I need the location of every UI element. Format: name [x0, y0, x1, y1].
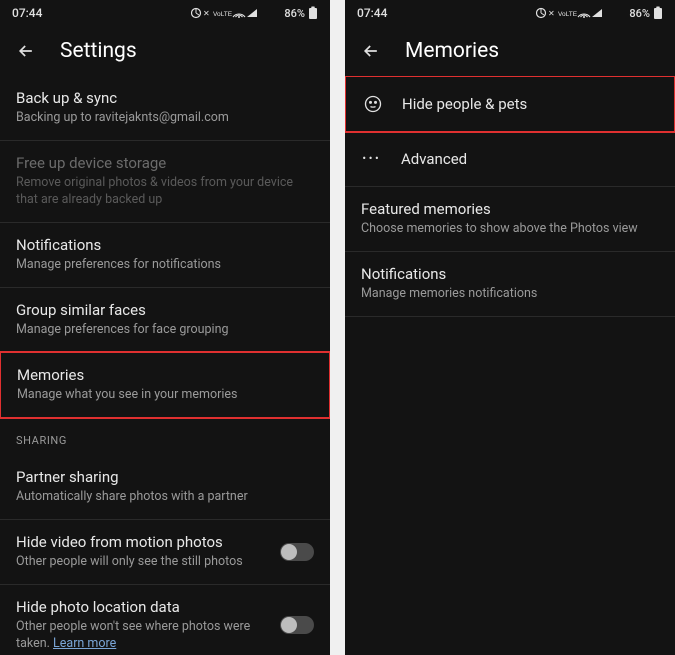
arrow-left-icon [361, 41, 381, 61]
setting-notifications[interactable]: Notifications Manage preferences for not… [0, 223, 330, 288]
item-title: Group similar faces [16, 301, 314, 319]
setting-group-faces[interactable]: Group similar faces Manage preferences f… [0, 288, 330, 353]
back-button[interactable] [16, 41, 36, 61]
item-subtitle: Manage preferences for face grouping [16, 322, 314, 339]
toggle-switch[interactable] [280, 616, 314, 634]
setting-free-up-storage: Free up device storage Remove original p… [0, 141, 330, 223]
memories-hide-people-pets[interactable]: Hide people & pets [345, 76, 675, 133]
setting-memories[interactable]: Memories Manage what you see in your mem… [0, 351, 330, 419]
learn-more-link[interactable]: Learn more [53, 636, 116, 651]
item-subtitle: Other people won't see where photos were… [16, 619, 267, 653]
item-subtitle: Automatically share photos with a partne… [16, 489, 314, 506]
setting-hide-video-motion[interactable]: Hide video from motion photos Other peop… [0, 520, 330, 585]
item-subtitle: Remove original photos & videos from you… [16, 175, 314, 209]
settings-screen: 07:44 ✕ VoLTE 86% Settings Back up & syn… [0, 0, 330, 655]
header-title: Settings [60, 39, 137, 63]
setting-partner-sharing[interactable]: Partner sharing Automatically share phot… [0, 455, 330, 520]
item-title: Partner sharing [16, 468, 314, 486]
header: Memories [345, 26, 675, 76]
toggle-switch[interactable] [280, 543, 314, 561]
item-title: Notifications [16, 236, 314, 254]
battery-icon [308, 6, 318, 20]
item-title: Back up & sync [16, 89, 314, 107]
status-icons: ✕ VoLTE [191, 6, 281, 20]
status-bar: 07:44 ✕ VoLTE 86% [345, 0, 675, 26]
item-title: Free up device storage [16, 154, 314, 172]
status-icons: ✕ VoLTE [536, 6, 626, 20]
item-subtitle: Manage memories notifications [361, 286, 659, 303]
memories-screen: 07:44 ✕ VoLTE 86% Memories [345, 0, 675, 655]
item-subtitle: Backing up to ravitejaknts@gmail.com [16, 110, 314, 127]
svg-text:VoLTE: VoLTE [213, 11, 233, 18]
status-right: ✕ VoLTE 86% [536, 6, 663, 20]
item-title: Notifications [361, 265, 659, 283]
svg-text:✕: ✕ [548, 9, 555, 18]
item-title: Hide photo location data [16, 598, 267, 616]
section-header-sharing: SHARING [0, 418, 330, 455]
arrow-left-icon [16, 41, 36, 61]
item-title: Advanced [401, 150, 467, 168]
status-right: ✕ VoLTE 86% [191, 6, 318, 20]
back-button[interactable] [361, 41, 381, 61]
item-title: Hide people & pets [402, 95, 527, 113]
memories-advanced[interactable]: ••• Advanced [345, 132, 675, 187]
item-subtitle: Other people will only see the still pho… [16, 554, 267, 571]
header-title: Memories [405, 39, 499, 63]
setting-hide-location[interactable]: Hide photo location data Other people wo… [0, 585, 330, 655]
item-subtitle: Choose memories to show above the Photos… [361, 221, 659, 238]
item-subtitle: Manage what you see in your memories [17, 387, 313, 404]
setting-backup-sync[interactable]: Back up & sync Backing up to ravitejaknt… [0, 76, 330, 141]
svg-text:✕: ✕ [203, 9, 210, 18]
settings-list: Back up & sync Backing up to ravitejaknt… [0, 76, 330, 655]
header: Settings [0, 26, 330, 76]
status-time: 07:44 [12, 6, 42, 20]
memories-list: Hide people & pets ••• Advanced Featured… [345, 76, 675, 655]
status-bar: 07:44 ✕ VoLTE 86% [0, 0, 330, 26]
battery-pct: 86% [629, 7, 650, 20]
item-title: Memories [17, 366, 313, 384]
more-horiz-icon: ••• [361, 148, 383, 170]
face-icon [362, 93, 384, 115]
memories-featured[interactable]: Featured memories Choose memories to sho… [345, 187, 675, 252]
item-title: Hide video from motion photos [16, 533, 267, 551]
battery-icon [653, 6, 663, 20]
item-title: Featured memories [361, 200, 659, 218]
status-time: 07:44 [357, 6, 387, 20]
memories-notifications[interactable]: Notifications Manage memories notificati… [345, 252, 675, 317]
svg-text:VoLTE: VoLTE [558, 11, 578, 18]
item-subtitle: Manage preferences for notifications [16, 257, 314, 274]
battery-pct: 86% [284, 7, 305, 20]
